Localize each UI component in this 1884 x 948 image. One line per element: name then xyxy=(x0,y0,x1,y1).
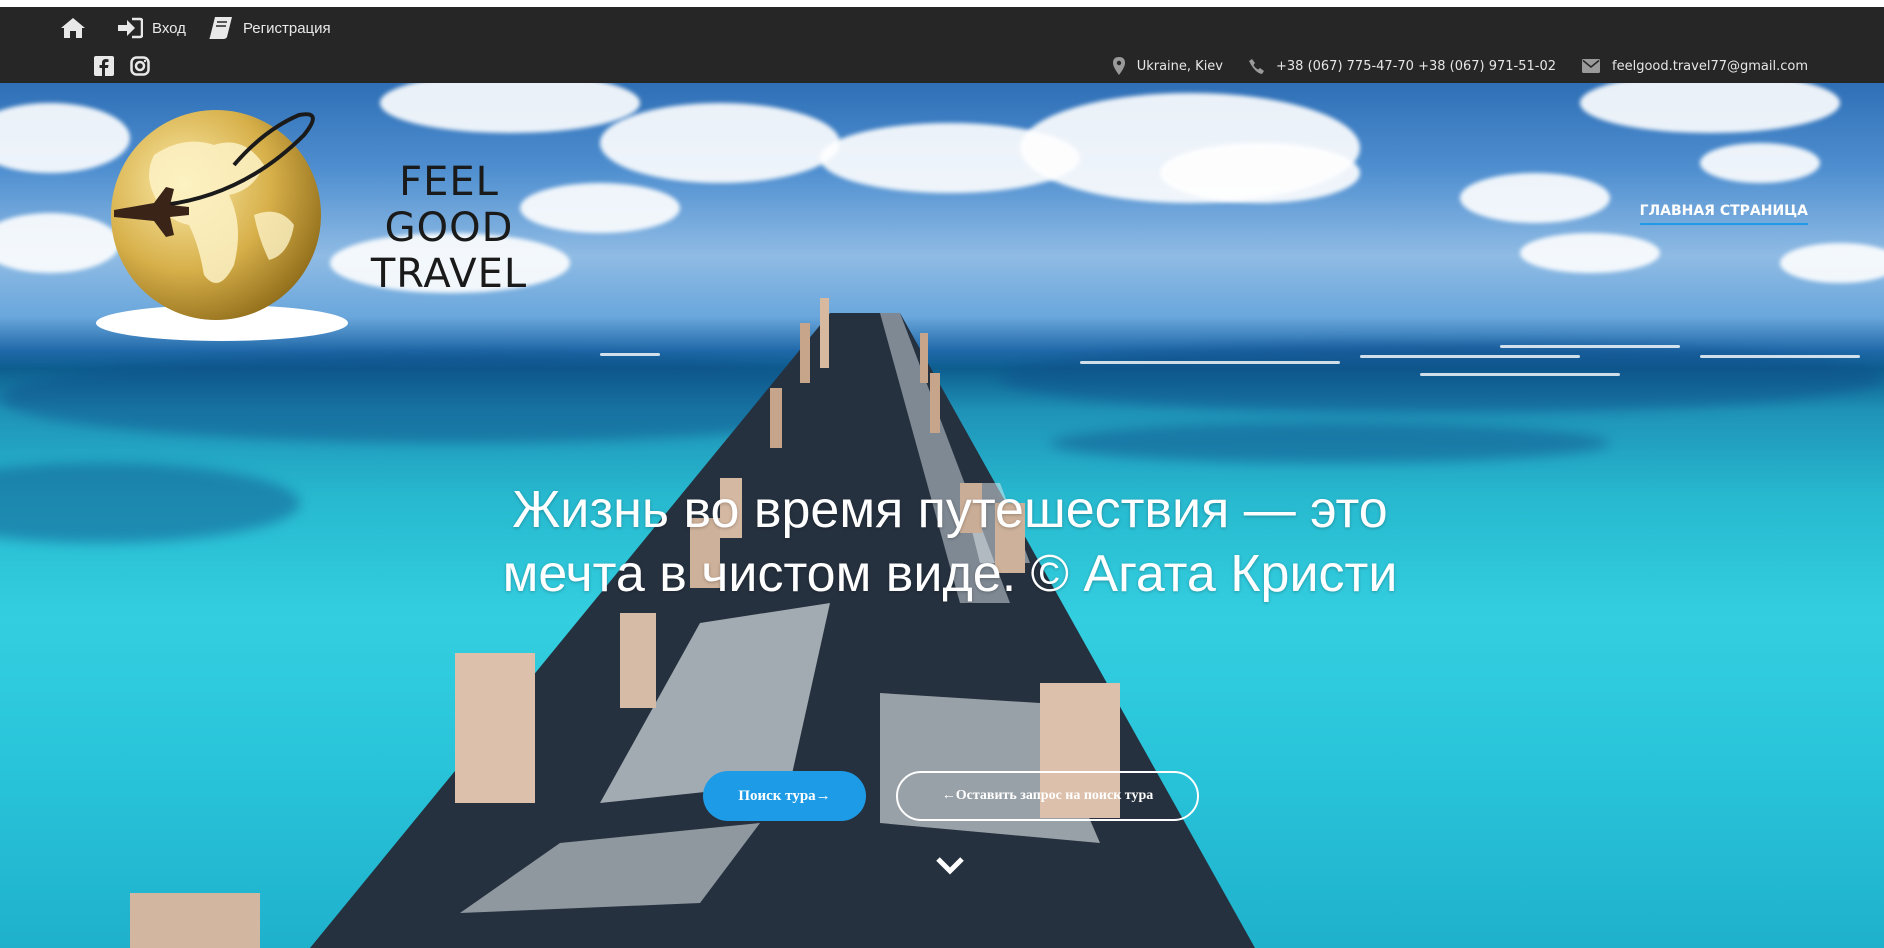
email-info[interactable]: feelgood.travel77@gmail.com xyxy=(1582,59,1808,74)
contact-info: Ukraine, Kiev +38 (067) 775-47-70 +38 (0… xyxy=(1087,51,1808,81)
instagram-link[interactable] xyxy=(130,56,150,76)
sign-in-icon xyxy=(118,17,143,39)
email-text: feelgood.travel77@gmail.com xyxy=(1612,58,1808,74)
logo-wordmark: FEEL GOOD TRAVEL xyxy=(334,159,564,297)
phone-info[interactable]: +38 (067) 775-47-70 +38 (067) 971-51-02 xyxy=(1249,58,1557,74)
facebook-icon xyxy=(94,56,114,76)
login-link[interactable]: Вход xyxy=(117,17,186,39)
home-icon xyxy=(61,18,85,38)
register-link-label: Регистрация xyxy=(242,19,331,37)
top-white-strip xyxy=(0,0,1884,7)
hero-quote: Жизнь во время путешествия — это мечта в… xyxy=(502,481,1398,603)
map-marker-icon xyxy=(1112,57,1125,75)
top-bar: Вход Регистрация Ukraine, Kiev +38 (067)… xyxy=(0,7,1884,83)
search-tour-button[interactable]: Поиск тура→ xyxy=(703,771,866,821)
envelope-icon xyxy=(1582,59,1601,73)
facebook-link[interactable] xyxy=(94,56,114,76)
phone-text: +38 (067) 775-47-70 +38 (067) 971-51-02 xyxy=(1276,58,1557,74)
chevron-down-icon[interactable] xyxy=(935,856,965,876)
register-link[interactable]: Регистрация xyxy=(208,16,331,40)
book-icon xyxy=(209,17,232,39)
request-tour-button[interactable]: ←Оставить запрос на поиск тура xyxy=(896,771,1199,821)
social-links xyxy=(94,51,166,81)
nav-home-link[interactable]: ГЛАВНАЯ СТРАНИЦА xyxy=(1639,203,1808,225)
home-link[interactable] xyxy=(60,17,95,39)
logo-text-line1: FEEL GOOD xyxy=(384,159,514,251)
logo-text-line2: TRAVEL xyxy=(370,251,528,297)
instagram-icon xyxy=(130,56,150,76)
site-logo[interactable]: FEEL GOOD TRAVEL xyxy=(94,95,564,345)
top-nav: Вход Регистрация xyxy=(60,13,353,43)
phone-icon xyxy=(1249,58,1264,74)
location-text: Ukraine, Kiev xyxy=(1136,58,1223,74)
location-info: Ukraine, Kiev xyxy=(1112,57,1223,75)
login-link-label: Вход xyxy=(152,19,186,37)
